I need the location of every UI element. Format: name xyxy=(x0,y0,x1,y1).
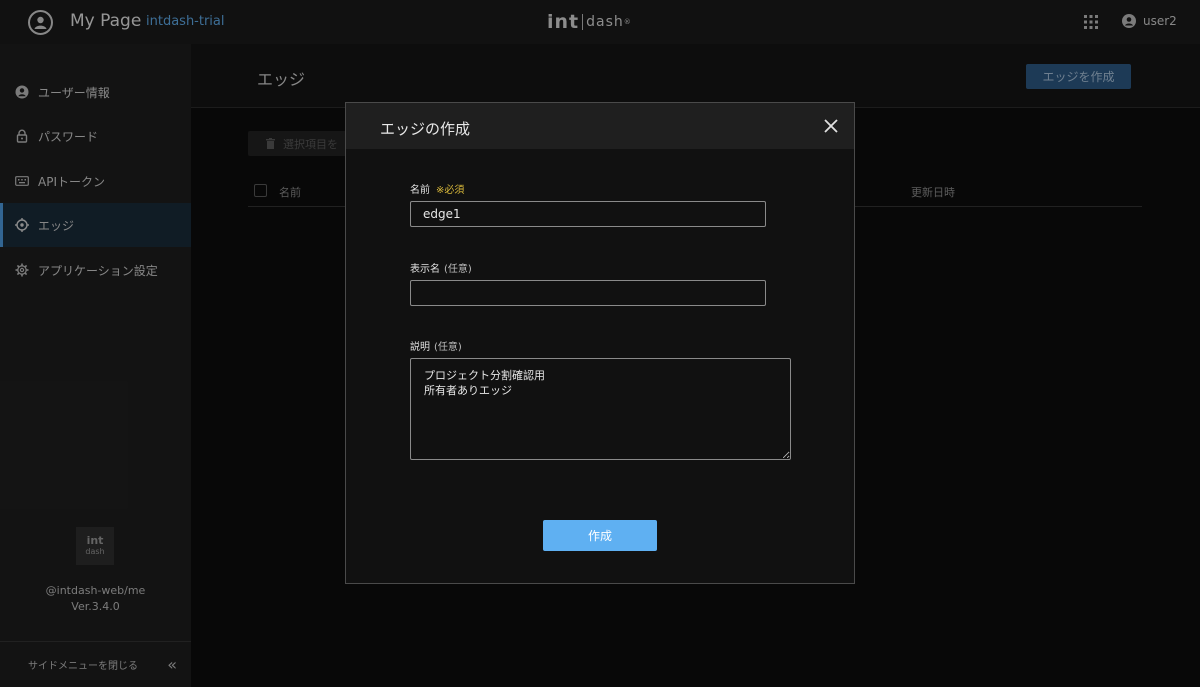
description-textarea[interactable]: プロジェクト分割確認用 所有者ありエッジ xyxy=(410,358,791,460)
name-label-text: 名前 xyxy=(410,185,430,196)
description-label-text: 説明 xyxy=(410,342,430,353)
close-icon[interactable] xyxy=(822,117,840,135)
description-field-label: 説明 (任意) xyxy=(410,338,462,353)
create-edge-dialog: エッジの作成 名前 ※必須 表示名 (任意) 説明 (任意) プロジェクト分割確認用 … xyxy=(345,102,855,584)
dialog-header: エッジの作成 xyxy=(346,103,854,149)
edge-name-input[interactable] xyxy=(410,201,766,227)
create-submit-button[interactable]: 作成 xyxy=(543,520,657,551)
required-mark: ※必須 xyxy=(436,185,465,196)
optional-mark: (任意) xyxy=(444,264,472,275)
name-field-label: 名前 ※必須 xyxy=(410,181,464,196)
dialog-title: エッジの作成 xyxy=(380,120,471,138)
display-name-input[interactable] xyxy=(410,280,766,306)
display-name-label-text: 表示名 xyxy=(410,264,440,275)
optional-mark: (任意) xyxy=(434,342,462,353)
display-name-field-label: 表示名 (任意) xyxy=(410,260,472,275)
